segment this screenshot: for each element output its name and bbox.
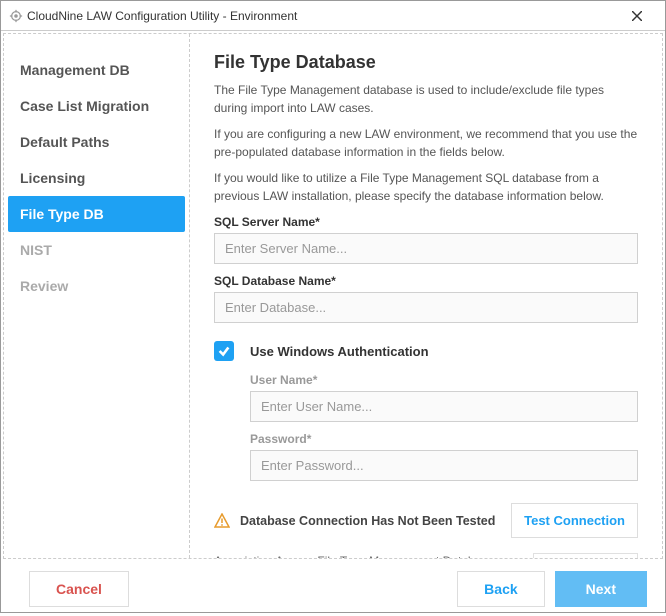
app-icon [9,9,23,23]
titlebar: CloudNine LAW Configuration Utility - En… [1,1,665,31]
desc-2: If you are configuring a new LAW environ… [214,125,638,161]
sql-db-input[interactable] [214,292,638,323]
main-panel: File Type Database The File Type Managem… [189,34,662,558]
import-desc: An existing Access File Type Management … [214,552,521,558]
next-button[interactable]: Next [555,571,647,607]
win-auth-checkbox[interactable] [214,341,234,361]
page-heading: File Type Database [214,52,638,73]
test-connection-button[interactable]: Test Connection [511,503,638,538]
sql-server-label: SQL Server Name* [214,215,638,229]
connection-status-text: Database Connection Has Not Been Tested [240,514,511,528]
sql-db-label: SQL Database Name* [214,274,638,288]
footer: Cancel Back Next [1,561,665,616]
user-label: User Name* [250,373,638,387]
win-auth-label: Use Windows Authentication [250,344,429,359]
sidebar-item-licensing[interactable]: Licensing [4,160,189,196]
close-button[interactable] [617,2,657,30]
sidebar-item-file-type-db[interactable]: File Type DB [8,196,185,232]
sidebar-item-case-list-migration[interactable]: Case List Migration [4,88,189,124]
desc-3: If you would like to utilize a File Type… [214,169,638,205]
sidebar: Management DB Case List Migration Defaul… [4,34,189,558]
warning-icon [214,513,230,529]
back-button[interactable]: Back [457,571,544,607]
desc-1: The File Type Management database is use… [214,81,638,117]
cancel-button[interactable]: Cancel [29,571,129,607]
user-input[interactable] [250,391,638,422]
sidebar-item-management-db[interactable]: Management DB [4,52,189,88]
sidebar-item-nist[interactable]: NIST [4,232,189,268]
sidebar-item-review[interactable]: Review [4,268,189,304]
sidebar-item-default-paths[interactable]: Default Paths [4,124,189,160]
password-input[interactable] [250,450,638,481]
import-ftm-button[interactable]: Import FTM [533,553,638,559]
password-label: Password* [250,432,638,446]
window-title: CloudNine LAW Configuration Utility - En… [27,9,617,23]
sql-server-input[interactable] [214,233,638,264]
